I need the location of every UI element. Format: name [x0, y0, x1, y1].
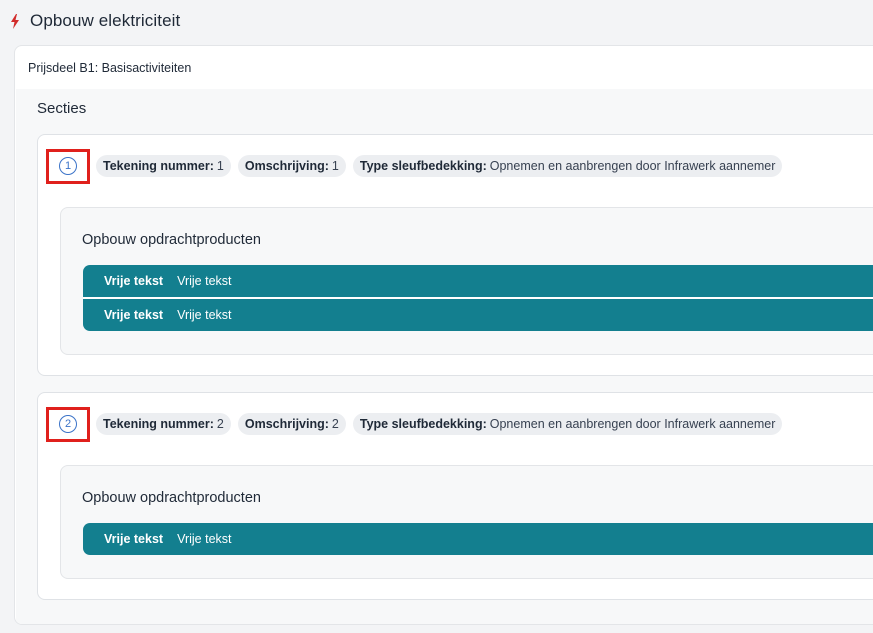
- section-1: 1 Tekening nummer: 1 Omschrijving: 1 Typ…: [37, 134, 873, 376]
- page-header: Opbouw elektriciteit: [10, 8, 180, 34]
- order-products-panel: Opbouw opdrachtproducten Vrije tekst Vri…: [60, 465, 873, 579]
- tag-label: Tekening nummer:: [103, 159, 214, 173]
- tag-label: Omschrijving:: [244, 417, 329, 431]
- tag-value: 2: [331, 417, 339, 431]
- tag-value: 2: [216, 417, 224, 431]
- product-row[interactable]: Vrije tekst Vrije tekst: [83, 297, 873, 331]
- tag-label: Type sleufbedekking:: [359, 159, 487, 173]
- section-number-badge[interactable]: 2: [59, 415, 77, 433]
- section-number-badge[interactable]: 1: [59, 157, 77, 175]
- card-title: Prijsdeel B1: Basisactiviteiten: [28, 60, 192, 75]
- row-label: Vrije tekst: [104, 274, 164, 288]
- order-products-list: Vrije tekst Vrije tekst Vrije tekst Vrij…: [83, 265, 873, 331]
- product-row[interactable]: Vrije tekst Vrije tekst: [83, 265, 873, 297]
- section-header: 2 Tekening nummer: 2 Omschrijving: 2 Typ…: [46, 405, 789, 443]
- tag-value: Opnemen en aanbrengen door Infrawerk aan…: [489, 417, 776, 431]
- section-header: 1 Tekening nummer: 1 Omschrijving: 1 Typ…: [46, 147, 789, 185]
- order-products-title: Opbouw opdrachtproducten: [82, 232, 261, 248]
- description-tag: Omschrijving: 2: [237, 413, 346, 435]
- product-row[interactable]: Vrije tekst Vrije tekst: [83, 523, 873, 555]
- tag-label: Tekening nummer:: [103, 417, 214, 431]
- drawing-number-tag: Tekening nummer: 1: [96, 155, 231, 177]
- sections-title: Secties: [37, 100, 87, 117]
- highlight-box: 1: [46, 148, 90, 184]
- section-2: 2 Tekening nummer: 2 Omschrijving: 2 Typ…: [37, 392, 873, 600]
- trench-cover-type-tag: Type sleufbedekking: Opnemen en aanbreng…: [352, 413, 783, 435]
- tag-value: Opnemen en aanbrengen door Infrawerk aan…: [489, 159, 776, 173]
- order-products-title: Opbouw opdrachtproducten: [82, 490, 261, 506]
- row-label: Vrije tekst: [104, 532, 164, 546]
- order-products-list: Vrije tekst Vrije tekst: [83, 523, 873, 555]
- description-tag: Omschrijving: 1: [237, 155, 346, 177]
- drawing-number-tag: Tekening nummer: 2: [96, 413, 231, 435]
- highlight-box: 2: [46, 406, 90, 442]
- order-products-panel: Opbouw opdrachtproducten Vrije tekst Vri…: [60, 207, 873, 355]
- row-value: Vrije tekst: [177, 532, 232, 546]
- row-value: Vrije tekst: [177, 308, 232, 322]
- page-title: Opbouw elektriciteit: [30, 11, 181, 30]
- row-value: Vrije tekst: [177, 274, 232, 288]
- trench-cover-type-tag: Type sleufbedekking: Opnemen en aanbreng…: [352, 155, 783, 177]
- row-label: Vrije tekst: [104, 308, 164, 322]
- card-body: Secties 1 Tekening nummer: 1 Omschrijvin…: [16, 89, 873, 624]
- tag-value: 1: [331, 159, 339, 173]
- lightning-bolt-icon: [10, 12, 22, 30]
- tag-label: Omschrijving:: [244, 159, 329, 173]
- tag-value: 1: [216, 159, 224, 173]
- tag-label: Type sleufbedekking:: [359, 417, 487, 431]
- price-part-card: Prijsdeel B1: Basisactiviteiten Secties …: [14, 45, 873, 625]
